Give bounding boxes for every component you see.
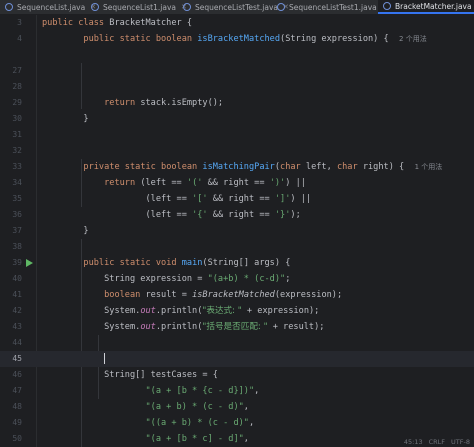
code-line[interactable]: 43 System.out.println("括号是否匹配: " + resul… [0,319,474,335]
tab-sequencelisttest1[interactable]: SequenceListTest1.java✕ [272,0,388,14]
code-line[interactable]: 38 [0,239,474,255]
java-file-icon [91,3,99,11]
code-text: "((a + b) * (c - d)", [145,418,255,428]
cursor-position[interactable]: 45:13 [404,438,423,446]
code-text: String expression = "(a+b) * (c-d)"; [104,274,291,284]
tab-label: BracketMatcher.java [395,1,472,11]
editor-tab-bar: SequenceList.java ✕ SequenceList1.java ✕ S… [0,0,474,15]
tab-sequencelisttest[interactable]: SequenceListTest.java ✕ [178,0,289,14]
code-line[interactable]: 41 boolean result = isBracketMatched(exp… [0,287,474,303]
code-text: return stack.isEmpty(); [104,98,224,108]
line-number: 36 [12,210,22,219]
code-line[interactable]: 32 [0,143,474,159]
code-text: public class BracketMatcher { [42,18,193,28]
line-number: 50 [12,434,22,443]
code-text: (left == '{' && right == '}'); [145,210,301,220]
code-line[interactable]: 49 "((a + b) * (c - d)", [0,415,474,431]
java-file-icon [183,3,191,11]
code-line[interactable]: 48 "(a + b) * (c - d)", [0,399,474,415]
code-line[interactable]: 34 return (left == '(' && right == ')') … [0,175,474,191]
usage-hint: 1 个用法 [414,163,443,171]
line-number: 39 [12,258,22,267]
line-number: 40 [12,274,22,283]
code-text: } [42,226,89,236]
code-line[interactable]: 31 [0,127,474,143]
code-text: return (left == '(' && right == ')') || [104,178,306,188]
line-number: 4 [17,34,22,43]
run-icon[interactable] [26,259,33,267]
status-bar: 45:13 CRLF UTF-8 [398,437,470,447]
code-text: (left == '[' && right == ']') || [145,194,312,204]
java-file-icon [383,2,391,10]
line-number: 29 [12,98,22,107]
code-line[interactable]: 3 public class BracketMatcher { [0,15,474,31]
line-number: 3 [17,18,22,27]
code-line[interactable]: 35 (left == '[' && right == ']') || [0,191,474,207]
code-text: } [42,114,89,124]
code-text: public static boolean isBracketMatched(S… [83,34,427,44]
tab-label: SequenceListTest1.java [289,2,377,12]
java-file-icon [277,3,285,11]
code-line[interactable]: 42 System.out.println("表达式: " + expressi… [0,303,474,319]
code-text: String[] testCases = { [104,370,218,380]
code-line[interactable]: 46 String[] testCases = { [0,367,474,383]
line-number: 48 [12,402,22,411]
tab-bracketmatcher[interactable]: BracketMatcher.java✕ [378,0,474,14]
tab-label: SequenceListTest.java [195,2,278,12]
code-line-current[interactable]: 45 [0,351,474,367]
code-text: boolean result = isBracketMatched(expres… [104,290,343,300]
code-line[interactable]: 27 [0,63,474,79]
code-line[interactable]: 30 } [0,111,474,127]
code-line[interactable]: 29 return stack.isEmpty(); [0,95,474,111]
text-caret [104,353,106,364]
line-number: 28 [12,82,22,91]
line-number: 31 [12,130,22,139]
line-number: 33 [12,162,22,171]
code-line[interactable]: 28 [0,79,474,95]
java-file-icon [5,3,13,11]
line-number: 34 [12,178,22,187]
line-number: 38 [12,242,22,251]
code-line[interactable]: 4 public static boolean isBracketMatched… [0,31,474,47]
line-number: 43 [12,322,22,331]
code-line[interactable]: 33 private static boolean isMatchingPair… [0,159,474,175]
code-text: System.out.println("表达式: " + expression)… [104,306,320,316]
code-text: private static boolean isMatchingPair(ch… [83,162,443,172]
code-editor[interactable]: 3 public class BracketMatcher { 4 public… [0,15,474,447]
line-number: 32 [12,146,22,155]
code-text: public static void main(String[] args) { [83,258,291,268]
tab-sequencelist1[interactable]: SequenceList1.java ✕ [86,0,187,14]
line-number: 30 [12,114,22,123]
code-line[interactable]: 47 "(a + [b * {c - d}])", [0,383,474,399]
line-number: 46 [12,370,22,379]
tab-sequencelist[interactable]: SequenceList.java ✕ [0,0,96,14]
usage-hint: 2 个用法 [399,35,427,43]
line-separator[interactable]: CRLF [429,438,445,446]
code-line[interactable]: 44 [0,335,474,351]
code-text: "(a + [b * c] - d]", [145,434,249,444]
code-text: "(a + [b * {c - d}])", [145,386,260,396]
file-encoding[interactable]: UTF-8 [451,438,470,446]
line-number: 27 [12,66,22,75]
code-line[interactable]: 39 public static void main(String[] args… [0,255,474,271]
line-number: 41 [12,290,22,299]
line-number: 44 [12,338,22,347]
line-number: 47 [12,386,22,395]
line-number: 49 [12,418,22,427]
code-line[interactable]: 36 (left == '{' && right == '}'); [0,207,474,223]
code-line[interactable]: 40 String expression = "(a+b) * (c-d)"; [0,271,474,287]
tab-label: SequenceList.java [17,2,86,12]
code-line[interactable]: 37 } [0,223,474,239]
line-number: 37 [12,226,22,235]
code-text: System.out.println("括号是否匹配: " + result); [104,322,325,332]
line-number: 35 [12,194,22,203]
code-text: "(a + b) * (c - d)", [145,402,249,412]
line-number: 45 [12,354,22,363]
line-number: 42 [12,306,22,315]
tab-label: SequenceList1.java [103,2,176,12]
code-text [42,351,106,367]
